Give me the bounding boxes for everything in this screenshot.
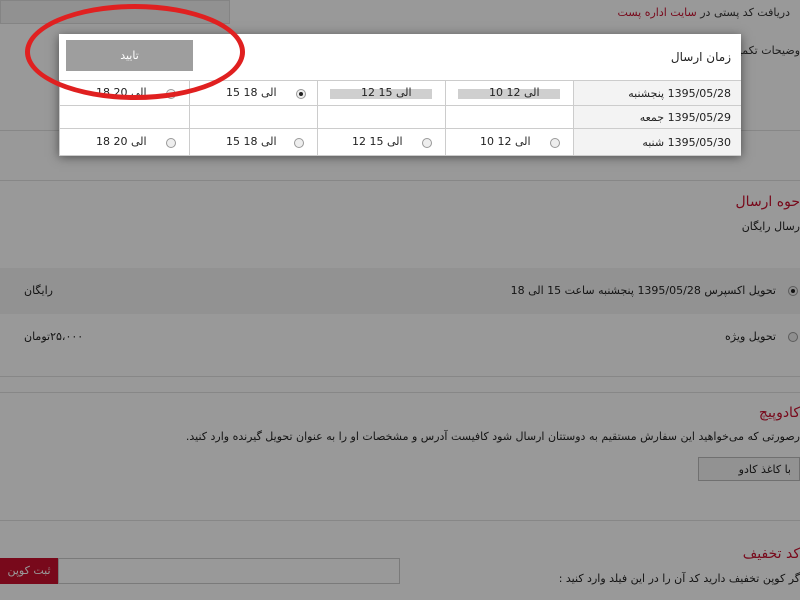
slot-radio[interactable] (294, 138, 304, 148)
slot-radio[interactable] (422, 138, 432, 148)
slot-cell: 10 الی 12 (445, 81, 573, 106)
slot-label: 15 الی 18 (226, 135, 277, 148)
slot-cell[interactable]: 10 الی 12 (445, 129, 573, 156)
slot-cell: 12 الی 15 (317, 81, 445, 106)
slot-cell[interactable]: 18 الی 20 (59, 129, 189, 156)
slot-cell-empty (445, 106, 573, 129)
day-cell: 1395/05/28 پنجشنبه (573, 81, 741, 106)
slot-label: 12 الی 15 (352, 135, 403, 148)
day-cell: 1395/05/29 جمعه (573, 106, 741, 129)
slot-label: 18 الی 20 (96, 135, 147, 148)
slot-cell[interactable]: 12 الی 15 (317, 129, 445, 156)
slot-cell-empty (59, 106, 189, 129)
slot-label: 15 الی 18 (226, 86, 277, 99)
slot-radio[interactable] (296, 89, 306, 99)
slot-cell[interactable]: 15 الی 18 (189, 129, 317, 156)
highlight-annotation (25, 4, 245, 100)
slot-label: 10 الی 12 (489, 86, 540, 99)
slot-cell-empty (189, 106, 317, 129)
slot-label: 12 الی 15 (361, 86, 412, 99)
day-cell: 1395/05/30 شنبه (573, 129, 741, 156)
slot-label: 10 الی 12 (480, 135, 531, 148)
slot-radio[interactable] (166, 138, 176, 148)
slot-cell-empty (317, 106, 445, 129)
modal-title: زمان ارسال (670, 50, 731, 64)
slot-radio[interactable] (550, 138, 560, 148)
